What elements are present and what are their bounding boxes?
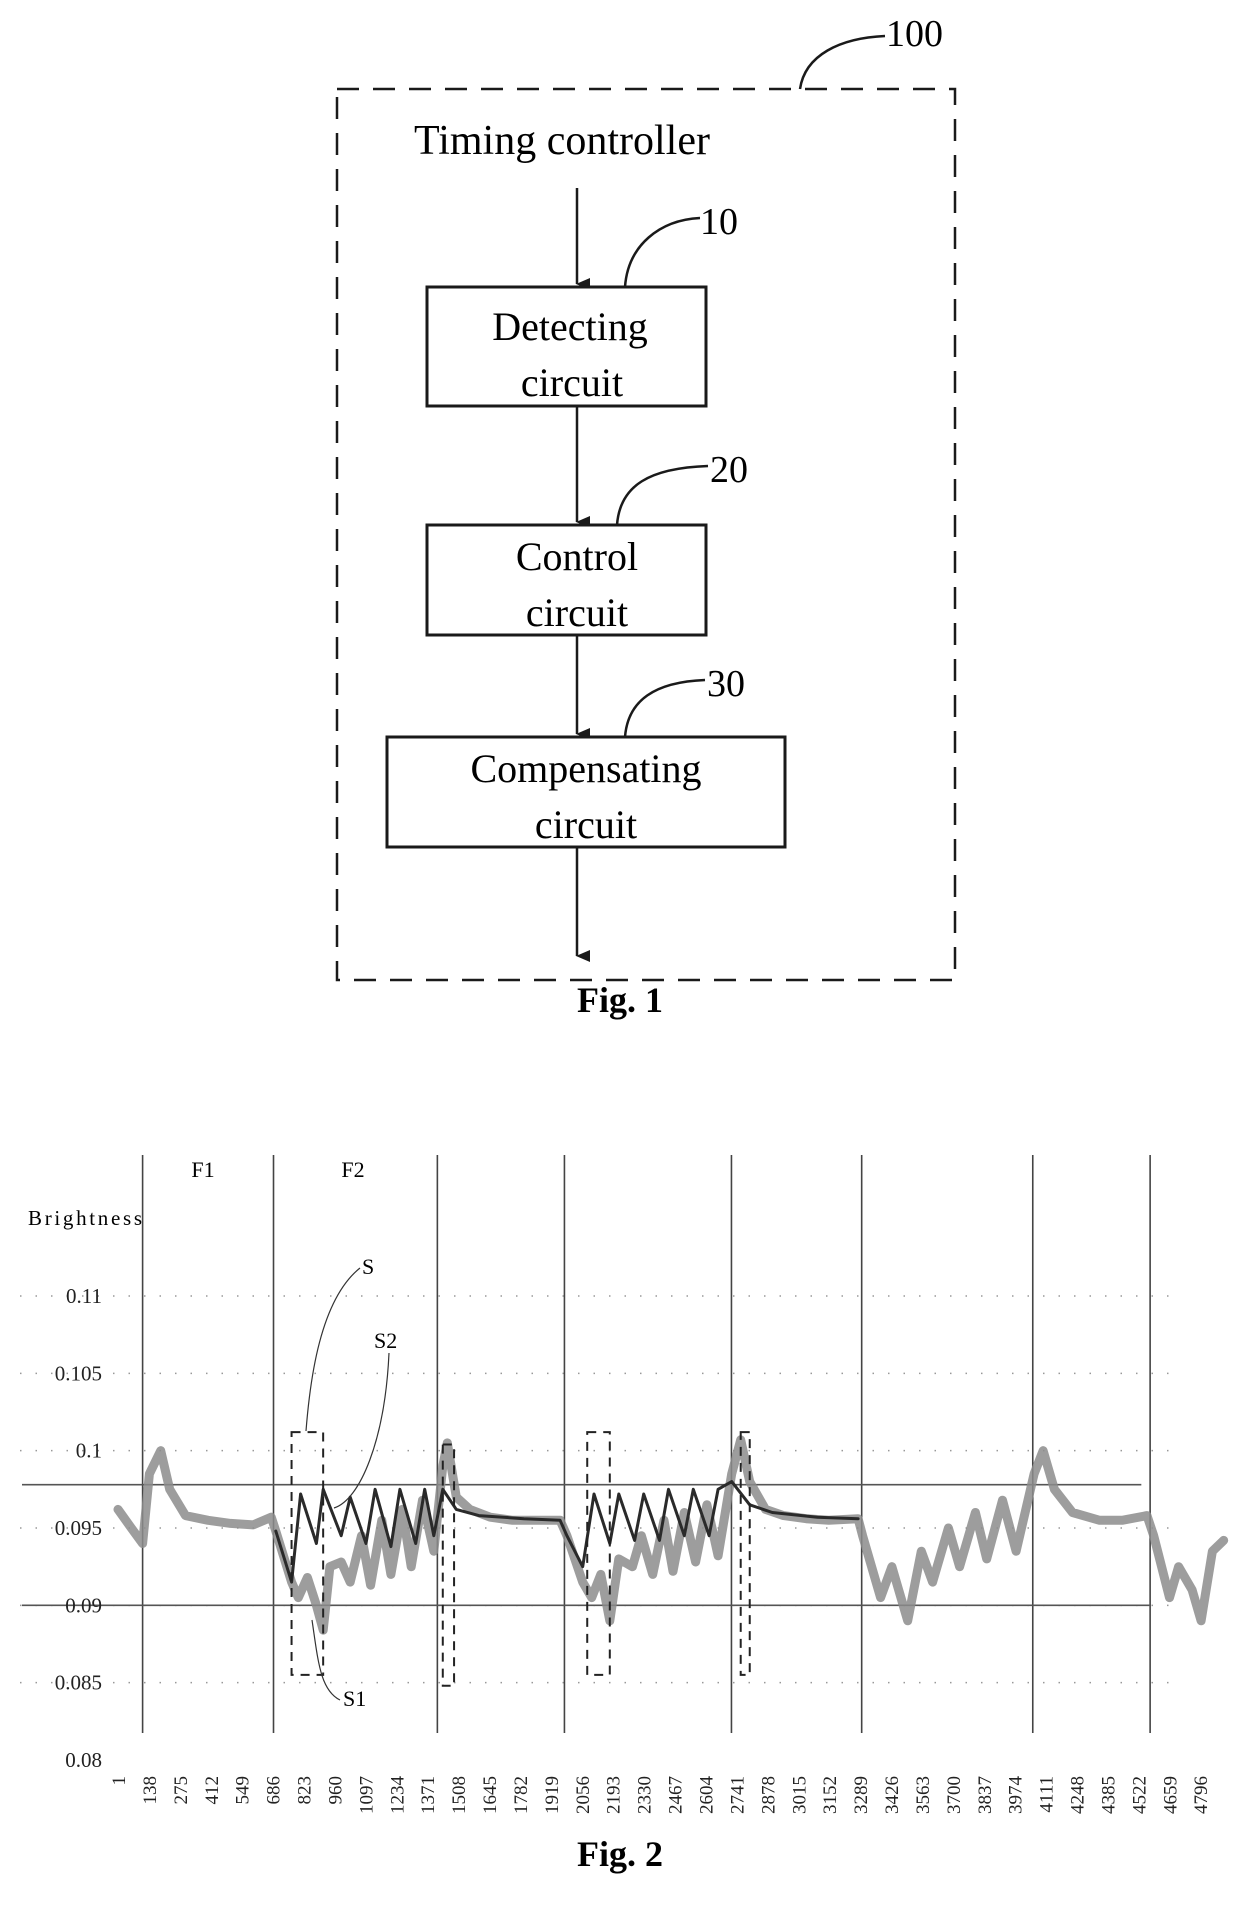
x-tick-label: 138 [140, 1776, 161, 1805]
figure-2-brightness-chart: 0.08 0.085 0.09 0.095 0.1 0.105 0.11 1 138 275 41… [20, 1155, 1229, 1874]
x-tick-label: 3974 [1006, 1776, 1027, 1815]
x-tick-label: 2193 [604, 1776, 625, 1814]
x-tick-label: 4659 [1160, 1776, 1181, 1814]
y-tick-label: 0.095 [55, 1516, 102, 1540]
x-tick-label: 686 [264, 1776, 285, 1805]
x-tick-label: 2056 [573, 1776, 594, 1814]
x-tick-label: 823 [295, 1776, 316, 1805]
x-tick-label: 1097 [356, 1776, 377, 1814]
series-s1-line [113, 1435, 1229, 1635]
annotation-label-s1: S1 [343, 1686, 366, 1711]
annotation-leader-s [305, 1267, 361, 1432]
x-tick-label: 2604 [696, 1776, 717, 1815]
x-tick-label: 2330 [635, 1776, 656, 1814]
x-tick-label: 2878 [758, 1776, 779, 1814]
figure-2-caption: Fig. 2 [577, 1834, 663, 1874]
x-tick-layer: 1 138 275 412 549 686 823 960 1097 1234 1371 1508 16… [109, 1776, 1212, 1815]
y-tick-label: 0.08 [65, 1748, 102, 1772]
highlight-box [290, 1431, 325, 1676]
x-tick-label: 1234 [387, 1776, 408, 1815]
highlight-box [586, 1431, 611, 1676]
series-layer [113, 1435, 1229, 1635]
x-tick-label: 275 [171, 1776, 192, 1805]
y-tick-layer: 0.08 0.085 0.09 0.095 0.1 0.105 0.11 [55, 1284, 102, 1772]
x-tick-label: 4248 [1068, 1776, 1089, 1814]
y-tick-label: 0.1 [76, 1439, 102, 1463]
x-tick-label: 1919 [542, 1776, 563, 1814]
x-tick-label: 1 [109, 1776, 130, 1786]
y-tick-label: 0.09 [65, 1593, 102, 1617]
x-tick-label: 3426 [882, 1776, 903, 1814]
annotation-label-s2: S2 [374, 1328, 397, 1353]
y-tick-label: 0.085 [55, 1671, 102, 1695]
x-tick-label: 4522 [1129, 1776, 1150, 1814]
x-tick-label: 4385 [1098, 1776, 1119, 1814]
x-tick-label: 412 [202, 1776, 223, 1805]
frame-label-f2: F2 [341, 1157, 364, 1182]
y-tick-label: 0.11 [66, 1284, 102, 1308]
x-tick-label: 3563 [913, 1776, 934, 1814]
x-tick-label: 2741 [727, 1776, 748, 1814]
x-tick-label: 1782 [511, 1776, 532, 1814]
x-tick-label: 1508 [449, 1776, 470, 1814]
x-tick-label: 549 [233, 1776, 254, 1805]
x-tick-label: 4796 [1191, 1776, 1212, 1814]
frame-boundary-layer [141, 1155, 1151, 1733]
frame-label-f1: F1 [191, 1157, 214, 1182]
y-axis-label: Brightness [28, 1206, 142, 1230]
x-tick-label: 960 [325, 1776, 346, 1805]
x-tick-label: 2467 [666, 1776, 687, 1814]
x-tick-label: 3700 [944, 1776, 965, 1814]
x-tick-label: 3289 [851, 1776, 872, 1814]
x-tick-label: 3152 [820, 1776, 841, 1814]
x-tick-label: 1645 [480, 1776, 501, 1814]
y-tick-label: 0.105 [55, 1361, 102, 1385]
x-tick-label: 3837 [975, 1776, 996, 1814]
x-tick-label: 3015 [789, 1776, 810, 1814]
grid-layer [20, 1295, 1180, 1684]
x-tick-label: 4111 [1037, 1776, 1058, 1813]
annotation-label-s: S [362, 1254, 374, 1279]
x-tick-label: 1371 [418, 1776, 439, 1814]
